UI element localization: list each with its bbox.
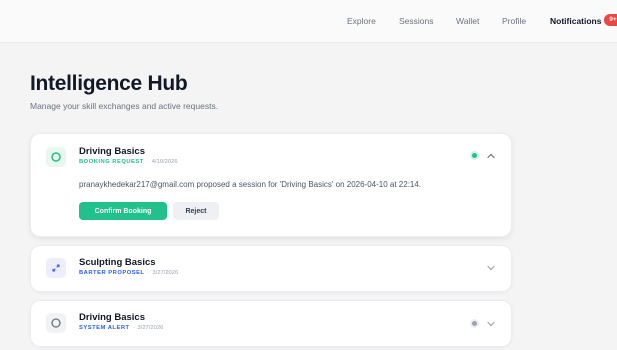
- swap-arrows-icon: [46, 258, 66, 278]
- circle-icon: [46, 313, 66, 333]
- card-meta: BARTER PROPOSEL · 3/27/2026: [79, 270, 178, 276]
- card-title: Driving Basics: [79, 312, 145, 323]
- card-date: 3/27/2026: [152, 270, 179, 276]
- meta-separator: ·: [132, 325, 135, 331]
- status-dot: [472, 321, 477, 326]
- nav-explore[interactable]: Explore: [347, 16, 376, 26]
- meta-separator: ·: [147, 270, 150, 276]
- nav-sessions[interactable]: Sessions: [399, 16, 434, 26]
- page-subtitle: Manage your skill exchanges and active r…: [30, 101, 219, 111]
- card-title: Driving Basics: [79, 146, 145, 157]
- nav-wallet[interactable]: Wallet: [456, 16, 479, 26]
- chevron-down-icon[interactable]: [486, 319, 496, 329]
- card-title: Sculpting Basics: [79, 257, 156, 268]
- notification-card-barter[interactable]: Sculpting Basics BARTER PROPOSEL · 3/27/20…: [30, 245, 512, 292]
- chevron-up-icon[interactable]: [486, 151, 496, 161]
- card-tag: BARTER PROPOSEL: [79, 270, 145, 276]
- card-tag: SYSTEM ALERT: [79, 325, 130, 331]
- card-message: pranaykhedekar217@gmail.com proposed a s…: [79, 180, 422, 189]
- top-nav: Explore Sessions Wallet Profile Notifica…: [0, 0, 617, 43]
- page-title: Intelligence Hub: [30, 72, 188, 95]
- circle-icon: [46, 147, 66, 167]
- nav-profile[interactable]: Profile: [502, 16, 526, 26]
- reject-button[interactable]: Reject: [173, 202, 219, 220]
- meta-separator: ·: [146, 159, 149, 165]
- status-dot: [472, 153, 477, 158]
- card-meta: BOOKING REQUEST · 4/10/2026: [79, 159, 178, 165]
- card-meta: SYSTEM ALERT · 3/27/2026: [79, 325, 163, 331]
- nav-notifications[interactable]: Notifications: [550, 16, 601, 26]
- notification-card-booking[interactable]: Driving Basics BOOKING REQUEST · 4/10/2026…: [30, 133, 512, 237]
- card-tag: BOOKING REQUEST: [79, 159, 144, 165]
- chevron-down-icon[interactable]: [486, 263, 496, 273]
- notification-card-system-alert[interactable]: Driving Basics SYSTEM ALERT · 3/27/2026: [30, 300, 512, 347]
- notifications-count-badge: 9+: [604, 14, 617, 26]
- card-date: 3/27/2026: [137, 325, 164, 331]
- confirm-booking-button[interactable]: Confirm Booking: [79, 202, 167, 220]
- card-date: 4/10/2026: [151, 159, 178, 165]
